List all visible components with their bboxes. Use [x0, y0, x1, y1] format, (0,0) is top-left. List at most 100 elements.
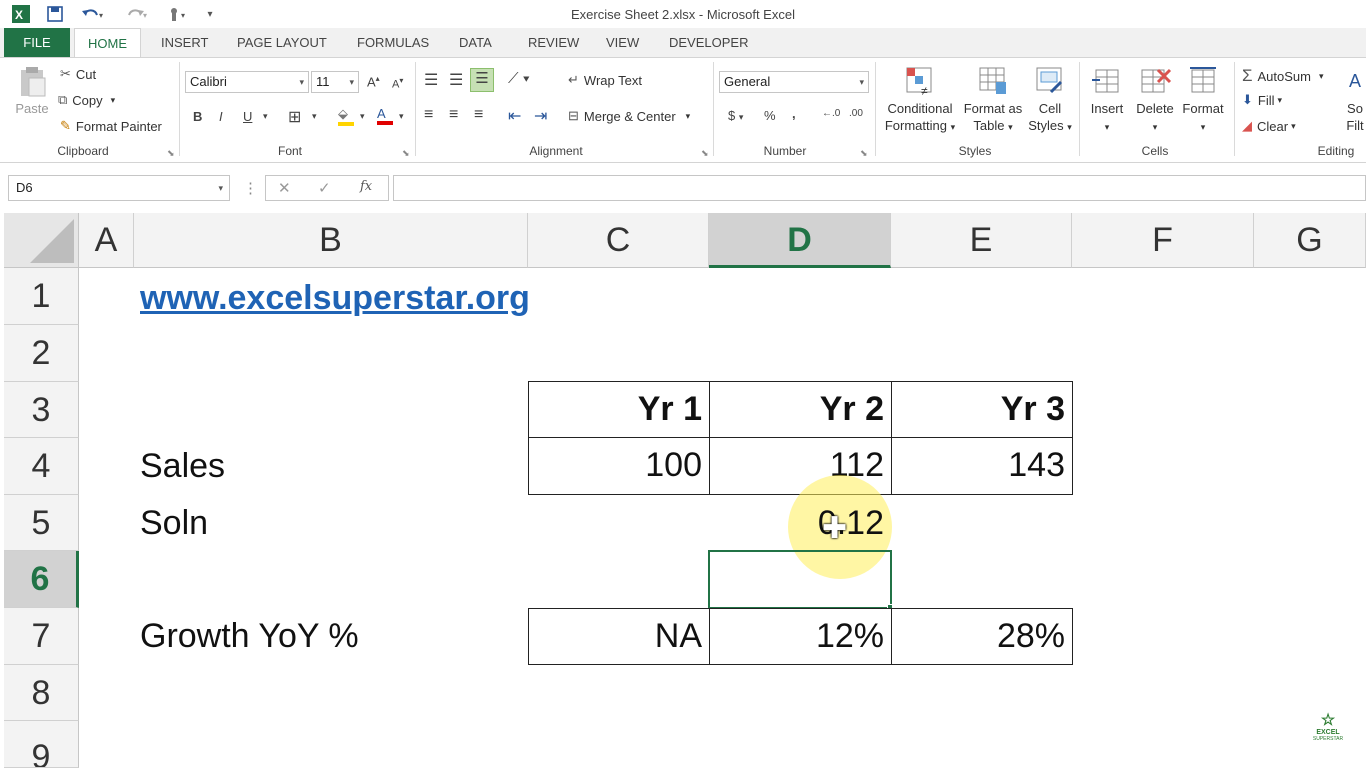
font-color-icon[interactable]: A	[377, 106, 393, 125]
number-format-dropdown[interactable]: General ▾	[719, 71, 869, 93]
cell-styles-button[interactable]: Cell Styles ▾	[1026, 64, 1074, 136]
align-left-icon[interactable]: ≡	[424, 106, 433, 124]
column-header-e[interactable]: E	[891, 213, 1072, 268]
worksheet-grid[interactable]: A B C D E F G 1 2 3 4 5 6 7 8 9 www.exce…	[0, 213, 1366, 768]
name-box[interactable]: D6 ▾	[8, 175, 230, 201]
cell-c3[interactable]: Yr 1	[528, 381, 710, 438]
increase-decimal-icon[interactable]: ←.0	[822, 108, 840, 119]
cell-d5[interactable]: 0.12	[709, 495, 891, 551]
cell-c4[interactable]: 100	[528, 437, 710, 495]
currency-icon[interactable]: $ ▾	[728, 108, 743, 123]
increase-indent-icon[interactable]: ⇥	[534, 106, 547, 126]
chevron-down-icon[interactable]: ▾	[312, 111, 317, 122]
select-all-button[interactable]	[4, 213, 79, 268]
bold-button[interactable]: B	[193, 109, 202, 124]
column-header-b[interactable]: B	[134, 213, 528, 268]
insert-cells-button[interactable]: Insert ▾	[1086, 64, 1128, 136]
cut-button[interactable]: ✂ Cut	[60, 66, 96, 82]
merge-center-button[interactable]: ⊟ Merge & Center ▾	[568, 108, 690, 124]
dialog-launcher-icon[interactable]: ⬊	[860, 148, 868, 159]
tab-review[interactable]: REVIEW	[515, 28, 592, 57]
grow-font-icon[interactable]: A▴	[367, 74, 380, 89]
comma-style-icon[interactable]: ,	[792, 106, 796, 121]
format-painter-button[interactable]: ✎ Format Painter	[60, 118, 162, 134]
cancel-icon[interactable]: ✕	[278, 179, 291, 197]
tab-formulas[interactable]: FORMULAS	[344, 28, 442, 57]
active-cell-d6[interactable]	[708, 550, 892, 609]
row-header-3[interactable]: 3	[4, 382, 79, 438]
autosum-button[interactable]: Σ AutoSum ▾	[1242, 66, 1324, 86]
tab-page-layout[interactable]: PAGE LAYOUT	[224, 28, 340, 57]
align-bottom-icon[interactable]: ☰	[470, 68, 494, 92]
column-header-a[interactable]: A	[79, 213, 134, 268]
percent-icon[interactable]: %	[764, 108, 776, 123]
chevron-down-icon: ▾	[349, 77, 354, 87]
tab-file[interactable]: FILE	[4, 28, 70, 57]
insert-function-icon[interactable]: fx	[360, 179, 372, 194]
fill-button[interactable]: ⬇ Fill ▾	[1242, 92, 1282, 108]
ribbon: Paste ✂ Cut ⧉ Copy ▾ ✎ Format Painter Clipbo…	[0, 57, 1366, 163]
column-header-c[interactable]: C	[528, 213, 709, 268]
font-size-dropdown[interactable]: 11 ▾	[311, 71, 359, 93]
format-as-table-button[interactable]: Format as Table ▾	[960, 64, 1026, 136]
align-middle-icon[interactable]: ☰	[449, 70, 463, 90]
cell-b5[interactable]: Soln	[140, 495, 208, 551]
column-header-f[interactable]: F	[1072, 213, 1254, 268]
cell-d3[interactable]: Yr 2	[709, 381, 892, 438]
row-header-9[interactable]: 9	[4, 721, 79, 768]
borders-icon[interactable]: ⊞	[288, 107, 301, 127]
row-header-2[interactable]: 2	[4, 325, 79, 382]
tab-data[interactable]: DATA	[446, 28, 505, 57]
align-center-icon[interactable]: ≡	[449, 106, 458, 124]
tab-developer[interactable]: DEVELOPER	[656, 28, 761, 57]
cell-d7[interactable]: 12%	[709, 608, 892, 665]
delete-cells-button[interactable]: Delete ▾	[1132, 64, 1178, 136]
align-right-icon[interactable]: ≡	[474, 106, 483, 124]
tab-view[interactable]: VIEW	[593, 28, 652, 57]
clear-button[interactable]: ◢ Clear ▾	[1242, 118, 1296, 134]
decrease-indent-icon[interactable]: ⇤	[508, 106, 521, 126]
copy-button[interactable]: ⧉ Copy ▾	[58, 92, 115, 108]
row-header-6[interactable]: 6	[4, 551, 79, 608]
dialog-launcher-icon[interactable]: ⬊	[701, 148, 709, 159]
decrease-decimal-icon[interactable]: .00	[849, 108, 863, 119]
dialog-launcher-icon[interactable]: ⬊	[167, 148, 175, 159]
font-name-dropdown[interactable]: Calibri ▾	[185, 71, 309, 93]
cell-b1[interactable]: www.excelsuperstar.org	[140, 270, 530, 326]
dialog-launcher-icon[interactable]: ⬊	[402, 148, 410, 159]
conditional-formatting-icon: ≠	[906, 67, 932, 98]
cell-b4[interactable]: Sales	[140, 438, 225, 495]
conditional-formatting-button[interactable]: ≠ Conditional Formatting ▾	[880, 64, 960, 136]
cell-c7[interactable]: NA	[528, 608, 710, 665]
align-top-icon[interactable]: ☰	[424, 70, 438, 90]
copy-icon: ⧉	[58, 92, 68, 107]
chevron-down-icon[interactable]: ▾	[263, 111, 268, 122]
paste-button[interactable]: Paste	[10, 64, 54, 117]
italic-button[interactable]: I	[219, 109, 223, 124]
orientation-icon[interactable]: ⟋ ▾	[508, 70, 530, 87]
column-header-g[interactable]: G	[1254, 213, 1366, 268]
cell-e3[interactable]: Yr 3	[891, 381, 1073, 438]
format-cells-button[interactable]: Format ▾	[1180, 64, 1226, 136]
underline-button[interactable]: U	[243, 109, 252, 124]
formula-input[interactable]	[393, 175, 1366, 201]
tab-insert[interactable]: INSERT	[148, 28, 221, 57]
chevron-down-icon[interactable]: ▾	[360, 111, 365, 122]
cell-e4[interactable]: 143	[891, 437, 1073, 495]
cell-e7[interactable]: 28%	[891, 608, 1073, 665]
wrap-text-button[interactable]: ↵ Wrap Text	[568, 72, 642, 88]
row-header-7[interactable]: 7	[4, 608, 79, 665]
fill-color-icon[interactable]: ⬙	[338, 106, 354, 126]
row-header-8[interactable]: 8	[4, 665, 79, 721]
row-header-4[interactable]: 4	[4, 438, 79, 495]
shrink-font-icon[interactable]: A▾	[392, 76, 403, 91]
enter-icon[interactable]: ✓	[318, 179, 331, 197]
tab-home[interactable]: HOME	[74, 28, 141, 58]
cell-b7[interactable]: Growth YoY %	[140, 608, 359, 665]
row-header-5[interactable]: 5	[4, 495, 79, 551]
column-header-d[interactable]: D	[709, 213, 891, 268]
chevron-down-icon[interactable]: ▾	[399, 111, 404, 122]
sort-filter-button[interactable]: A So Filt	[1344, 64, 1366, 134]
website-link[interactable]: www.excelsuperstar.org	[140, 279, 530, 318]
row-header-1[interactable]: 1	[4, 268, 79, 325]
